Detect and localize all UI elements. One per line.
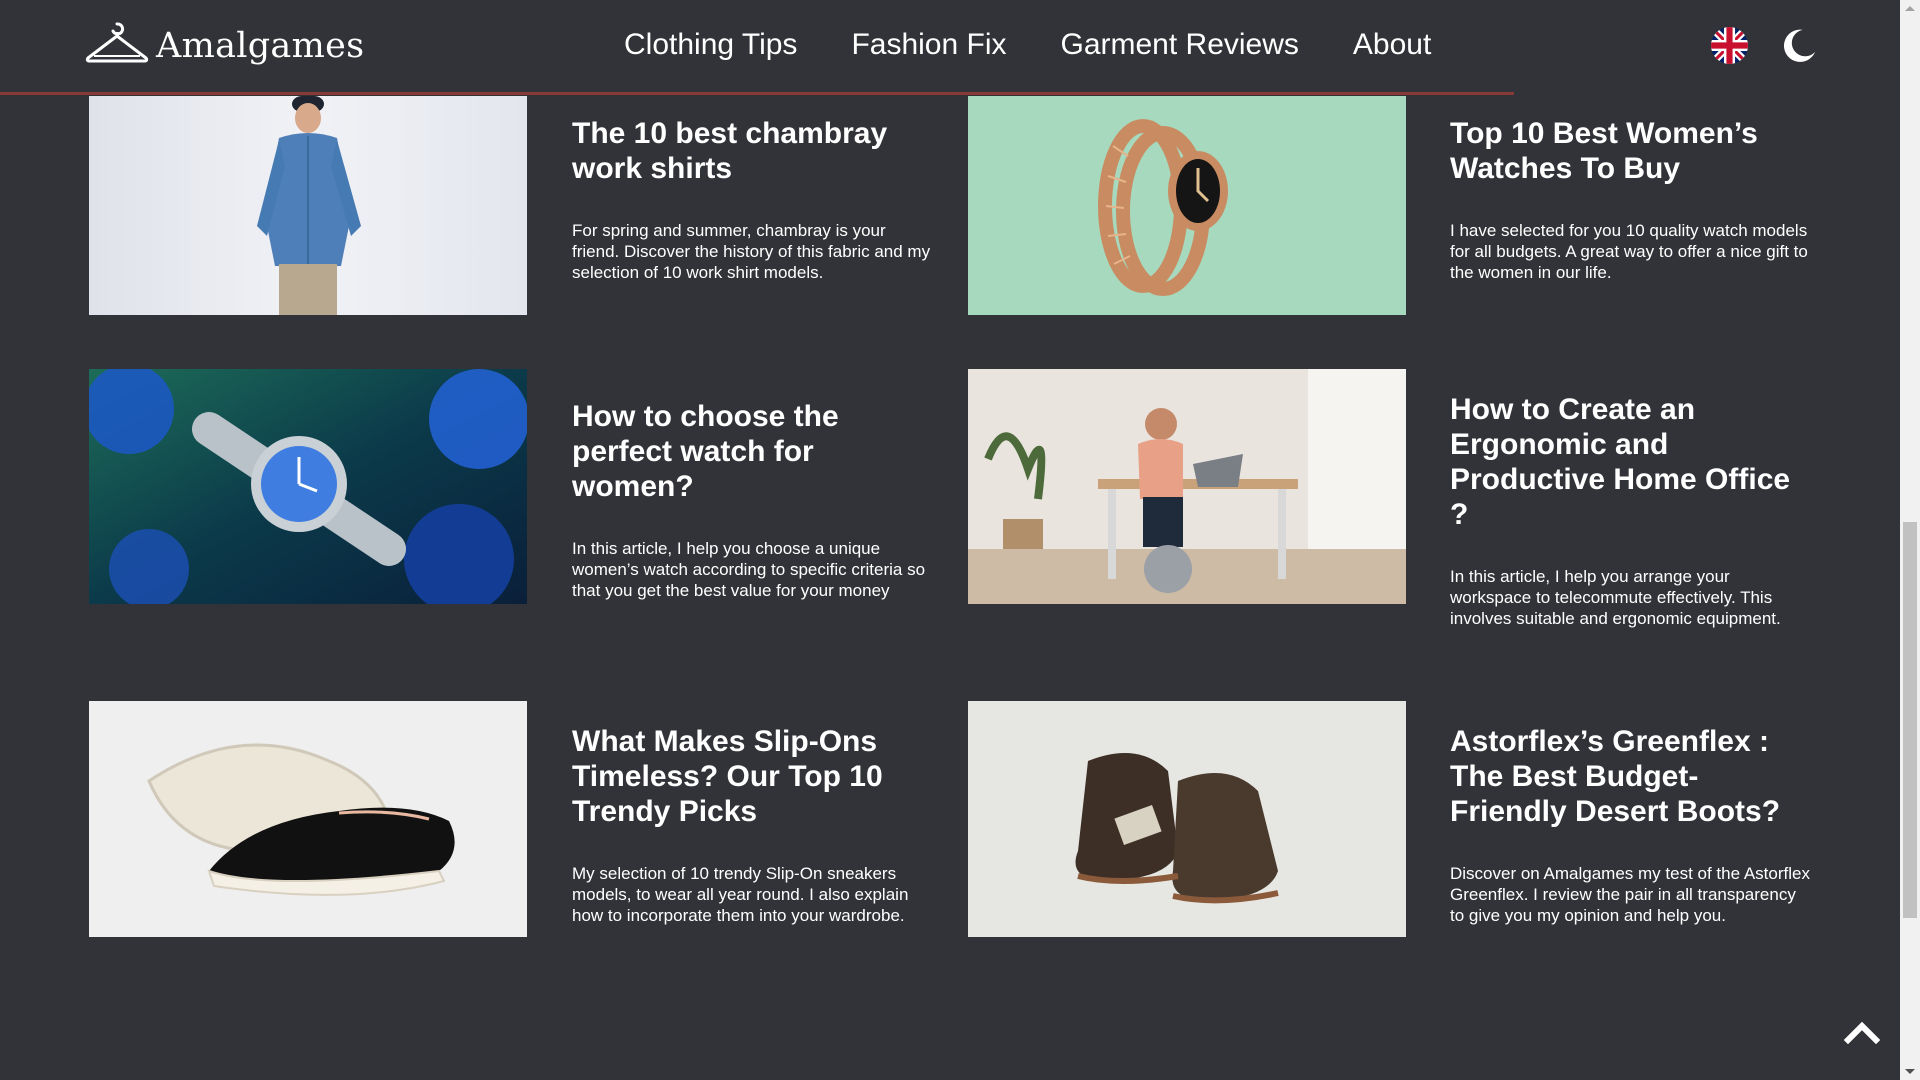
uk-flag-icon[interactable] xyxy=(1711,27,1748,64)
article-excerpt: My selection of 10 trendy Slip-On sneake… xyxy=(572,864,909,925)
watch-on-blue-flowers-image[interactable] xyxy=(89,369,527,604)
site-header: Amalgames Clothing Tips Fashion Fix Garm… xyxy=(0,0,1898,95)
scroll-down-arrow-icon[interactable] xyxy=(1905,1069,1915,1074)
scroll-up-arrow-icon[interactable] xyxy=(1905,6,1915,11)
header-divider xyxy=(0,92,1514,95)
man-in-chambray-shirt-image[interactable] xyxy=(89,96,527,315)
article-excerpt: In this article, I help you arrange your… xyxy=(1450,567,1781,628)
main-nav: Clothing Tips Fashion Fix Garment Review… xyxy=(624,28,1485,62)
nav-item-clothing-tips[interactable]: Clothing Tips xyxy=(624,28,797,62)
brown-desert-boots-image[interactable] xyxy=(968,701,1406,937)
hanger-icon xyxy=(84,20,150,71)
man-at-standing-desk-image[interactable] xyxy=(968,369,1406,604)
article-excerpt: For spring and summer, chambray is your … xyxy=(572,221,931,282)
nav-item-fashion-fix[interactable]: Fashion Fix xyxy=(851,28,1006,62)
scrollbar[interactable] xyxy=(1900,0,1920,1080)
article-excerpt: I have selected for you 10 quality watch… xyxy=(1450,221,1808,282)
article-card: The 10 best chambray work shirts For spr… xyxy=(572,116,932,283)
article-card: How to choose the perfect watch for wome… xyxy=(572,399,932,601)
chevron-up-icon[interactable] xyxy=(1844,1018,1880,1044)
article-title[interactable]: The 10 best chambray work shirts xyxy=(572,116,932,186)
article-title[interactable]: How to choose the perfect watch for wome… xyxy=(572,399,932,504)
article-title[interactable]: What Makes Slip-Ons Timeless? Our Top 10… xyxy=(572,724,932,829)
black-slip-on-sneakers-image[interactable] xyxy=(89,701,527,937)
article-title[interactable]: How to Create an Ergonomic and Productiv… xyxy=(1450,392,1810,532)
article-title[interactable]: Top 10 Best Women’s Watches To Buy xyxy=(1450,116,1810,186)
nav-item-about[interactable]: About xyxy=(1353,28,1431,62)
site-logo[interactable]: Amalgames xyxy=(84,20,364,71)
page: Amalgames Clothing Tips Fashion Fix Garm… xyxy=(0,0,1920,1080)
article-card: What Makes Slip-Ons Timeless? Our Top 10… xyxy=(572,724,932,926)
article-excerpt: Discover on Amalgames my test of the Ast… xyxy=(1450,864,1810,925)
scrollbar-thumb[interactable] xyxy=(1903,522,1917,918)
article-card: Astorflex’s Greenflex : The Best Budget-… xyxy=(1450,724,1810,926)
article-card: How to Create an Ergonomic and Productiv… xyxy=(1450,392,1810,629)
gold-serpent-watch-image[interactable] xyxy=(968,96,1406,315)
moon-icon[interactable] xyxy=(1780,27,1818,65)
nav-item-garment-reviews[interactable]: Garment Reviews xyxy=(1061,28,1299,62)
article-title[interactable]: Astorflex’s Greenflex : The Best Budget-… xyxy=(1450,724,1810,829)
article-excerpt: In this article, I help you choose a uni… xyxy=(572,539,926,600)
site-name: Amalgames xyxy=(156,25,365,66)
article-card: Top 10 Best Women’s Watches To Buy I hav… xyxy=(1450,116,1810,283)
